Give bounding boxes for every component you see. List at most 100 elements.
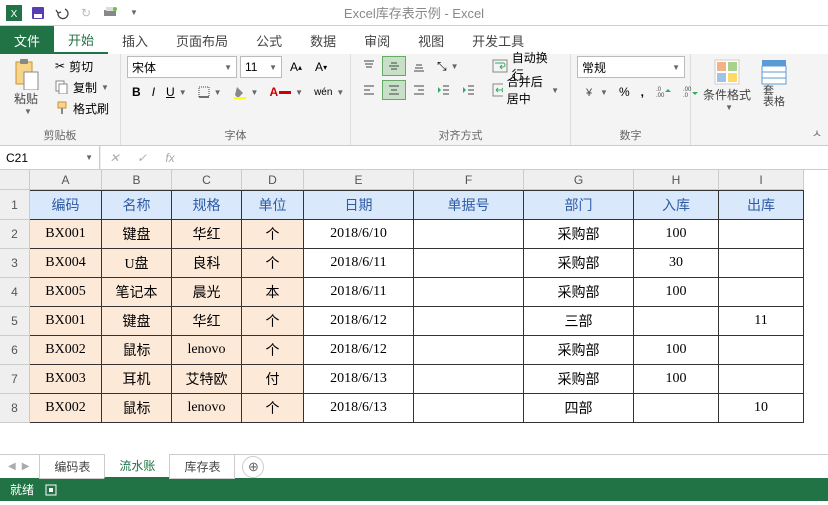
font-name-select[interactable]: 宋体▼ <box>127 56 237 78</box>
data-cell[interactable]: 四部 <box>524 394 634 423</box>
collapse-ribbon-icon[interactable]: ㅅ <box>812 125 822 141</box>
qat-customize-icon[interactable]: ▼ <box>124 3 144 23</box>
data-cell[interactable] <box>414 307 524 336</box>
phonetic-button[interactable]: wén▼ <box>309 82 349 102</box>
data-cell[interactable]: 采购部 <box>524 336 634 365</box>
increase-indent-icon[interactable] <box>457 80 481 100</box>
data-cell[interactable]: 键盘 <box>102 307 172 336</box>
data-cell[interactable]: U盘 <box>102 249 172 278</box>
data-cell[interactable] <box>719 249 804 278</box>
data-cell[interactable] <box>414 278 524 307</box>
data-cell[interactable]: 键盘 <box>102 220 172 249</box>
merge-center-button[interactable]: 合并后居中▼ <box>487 80 564 100</box>
tab-6[interactable]: 视图 <box>404 26 458 54</box>
tab-file[interactable]: 文件 <box>0 26 54 54</box>
save-icon[interactable] <box>28 3 48 23</box>
header-cell[interactable]: 名称 <box>102 190 172 220</box>
data-cell[interactable] <box>414 220 524 249</box>
paste-button[interactable]: 粘贴 ▼ <box>6 56 46 118</box>
copy-button[interactable]: 复制▼ <box>50 77 114 97</box>
align-bottom-icon[interactable] <box>407 56 431 76</box>
data-cell[interactable]: 耳机 <box>102 365 172 394</box>
data-cell[interactable]: lenovo <box>172 394 242 423</box>
header-cell[interactable]: 编码 <box>30 190 102 220</box>
data-cell[interactable]: 良科 <box>172 249 242 278</box>
data-cell[interactable]: 2018/6/13 <box>304 394 414 423</box>
tab-3[interactable]: 公式 <box>242 26 296 54</box>
data-cell[interactable]: 2018/6/12 <box>304 307 414 336</box>
header-cell[interactable]: 规格 <box>172 190 242 220</box>
data-cell[interactable] <box>414 249 524 278</box>
row-header[interactable]: 6 <box>0 336 30 365</box>
align-left-icon[interactable] <box>357 80 381 100</box>
data-cell[interactable]: 个 <box>242 307 304 336</box>
col-header[interactable]: I <box>719 170 804 190</box>
col-header[interactable]: B <box>102 170 172 190</box>
sheet-tab[interactable]: 编码表 <box>39 455 105 479</box>
font-color-button[interactable]: A▼ <box>264 82 308 102</box>
sheet-tab[interactable]: 流水账 <box>104 454 170 479</box>
header-cell[interactable]: 入库 <box>634 190 719 220</box>
macro-record-icon[interactable] <box>44 483 58 497</box>
col-header[interactable]: D <box>242 170 304 190</box>
tab-4[interactable]: 数据 <box>296 26 350 54</box>
formula-input[interactable] <box>184 146 828 169</box>
col-header[interactable]: H <box>634 170 719 190</box>
row-header[interactable]: 3 <box>0 249 30 278</box>
data-cell[interactable]: 100 <box>634 278 719 307</box>
data-cell[interactable] <box>719 336 804 365</box>
data-cell[interactable]: 100 <box>634 220 719 249</box>
data-cell[interactable] <box>414 365 524 394</box>
data-cell[interactable] <box>634 307 719 336</box>
data-cell[interactable]: 2018/6/11 <box>304 278 414 307</box>
data-cell[interactable]: BX004 <box>30 249 102 278</box>
orientation-icon[interactable]: ⤡▼ <box>432 56 464 76</box>
fill-color-button[interactable]: ▼ <box>228 82 264 102</box>
decrease-indent-icon[interactable] <box>432 80 456 100</box>
data-cell[interactable]: 个 <box>242 394 304 423</box>
data-cell[interactable]: BX005 <box>30 278 102 307</box>
row-header[interactable]: 1 <box>0 190 30 220</box>
data-cell[interactable]: 付 <box>242 365 304 394</box>
align-top-icon[interactable] <box>357 56 381 76</box>
fx-icon[interactable]: fx <box>156 146 184 169</box>
data-cell[interactable]: 个 <box>242 249 304 278</box>
cut-button[interactable]: ✂剪切 <box>50 56 114 76</box>
cancel-formula-icon[interactable]: ✕ <box>100 146 128 169</box>
col-header[interactable]: F <box>414 170 524 190</box>
italic-button[interactable]: I <box>147 82 160 102</box>
tab-1[interactable]: 插入 <box>108 26 162 54</box>
col-header[interactable]: G <box>524 170 634 190</box>
data-cell[interactable]: 艾特欧 <box>172 365 242 394</box>
underline-button[interactable]: U▼ <box>161 82 192 102</box>
border-button[interactable]: ▼ <box>193 82 227 102</box>
data-cell[interactable]: lenovo <box>172 336 242 365</box>
number-format-select[interactable]: 常规▼ <box>577 56 685 78</box>
row-header[interactable]: 8 <box>0 394 30 423</box>
align-middle-icon[interactable] <box>382 56 406 76</box>
conditional-format-button[interactable]: 条件格式▼ <box>697 56 757 114</box>
data-cell[interactable] <box>414 394 524 423</box>
data-cell[interactable]: 100 <box>634 365 719 394</box>
header-cell[interactable]: 出库 <box>719 190 804 220</box>
undo-icon[interactable] <box>52 3 72 23</box>
data-cell[interactable]: BX001 <box>30 307 102 336</box>
data-cell[interactable] <box>719 220 804 249</box>
enter-formula-icon[interactable]: ✓ <box>128 146 156 169</box>
row-header[interactable]: 4 <box>0 278 30 307</box>
data-cell[interactable] <box>634 394 719 423</box>
select-all-corner[interactable] <box>0 170 30 190</box>
data-cell[interactable]: 采购部 <box>524 220 634 249</box>
tab-2[interactable]: 页面布局 <box>162 26 242 54</box>
row-header[interactable]: 2 <box>0 220 30 249</box>
header-cell[interactable]: 单位 <box>242 190 304 220</box>
comma-format-icon[interactable]: , <box>636 82 649 102</box>
data-cell[interactable] <box>719 365 804 394</box>
decrease-font-icon[interactable]: A▾ <box>310 57 332 77</box>
name-box[interactable]: C21▼ <box>0 146 100 169</box>
data-cell[interactable]: 鼠标 <box>102 336 172 365</box>
data-cell[interactable]: 笔记本 <box>102 278 172 307</box>
header-cell[interactable]: 日期 <box>304 190 414 220</box>
data-cell[interactable]: 2018/6/12 <box>304 336 414 365</box>
format-table-button[interactable]: 套 表格 <box>757 56 791 110</box>
